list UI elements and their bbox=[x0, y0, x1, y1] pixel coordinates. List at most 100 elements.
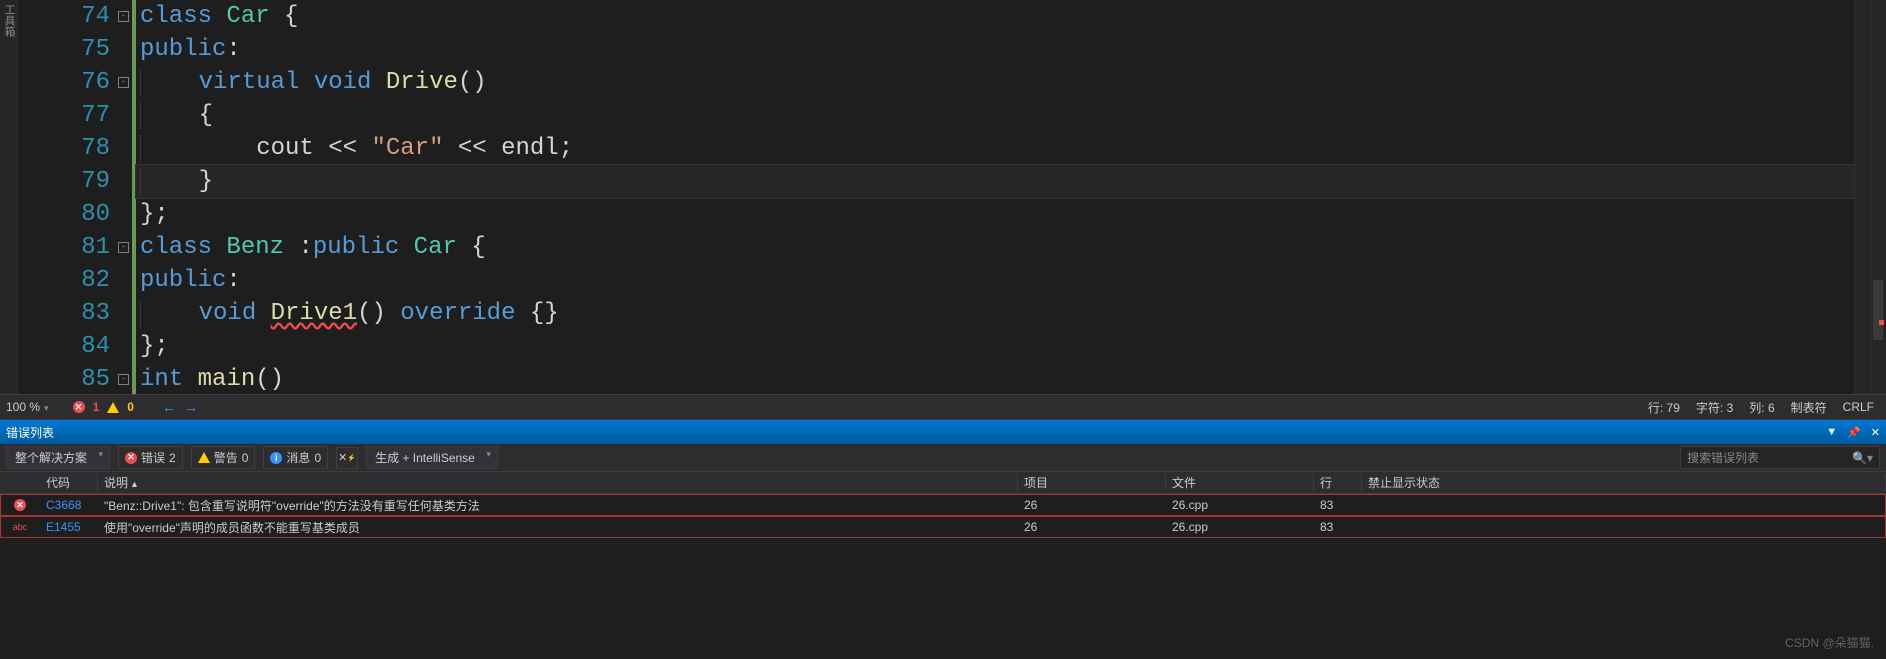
code-line[interactable]: public: bbox=[136, 33, 1854, 66]
clear-filter-button[interactable]: ✕⚡ bbox=[336, 447, 358, 469]
code-line[interactable]: }; bbox=[136, 198, 1854, 231]
col-file[interactable]: 文件 bbox=[1166, 474, 1314, 491]
error-description: "Benz::Drive1": 包含重写说明符"override"的方法没有重写… bbox=[98, 497, 1018, 514]
warnings-filter-count: 0 bbox=[242, 451, 249, 465]
error-list-toolbar: 整个解决方案 ✕ 错误 2 警告 0 i 消息 0 ✕⚡ 生成 + Intell… bbox=[0, 444, 1886, 472]
col-label: 列: bbox=[1749, 401, 1764, 415]
panel-close-icon[interactable]: ✕ bbox=[1871, 426, 1880, 439]
table-row[interactable]: ✕ C3668 "Benz::Drive1": 包含重写说明符"override… bbox=[0, 494, 1886, 516]
warning-icon bbox=[107, 402, 119, 413]
line-label: 行: bbox=[1648, 401, 1663, 415]
error-project: 26 bbox=[1018, 498, 1166, 512]
table-row[interactable]: abc E1455 使用"override"声明的成员函数不能重写基类成员 26… bbox=[0, 516, 1886, 538]
search-placeholder: 搜索错误列表 bbox=[1687, 449, 1759, 466]
code-line[interactable]: cout << "Car" << endl; bbox=[136, 132, 1854, 165]
intellisense-error-icon: abc bbox=[13, 522, 28, 532]
error-line: 83 bbox=[1314, 498, 1362, 512]
error-icon: ✕ bbox=[73, 401, 85, 413]
error-list-panel-header[interactable]: 错误列表 ▼ 📌 ✕ bbox=[0, 420, 1886, 444]
code-minimap[interactable] bbox=[1870, 0, 1886, 394]
code-line[interactable]: class Car { bbox=[136, 0, 1854, 33]
col-project[interactable]: 项目 bbox=[1018, 474, 1166, 491]
error-line: 83 bbox=[1314, 520, 1362, 534]
line-number: 80 bbox=[18, 198, 110, 231]
editor-status-bar: 100 % ✕ 1 0 ← → 行: 79 字符: 3 列: 6 制表符 CRLF bbox=[0, 394, 1886, 420]
error-code[interactable]: E1455 bbox=[40, 520, 98, 534]
minimap-error-marker bbox=[1879, 320, 1884, 325]
line-ending[interactable]: CRLF bbox=[1843, 400, 1874, 414]
nav-forward-icon[interactable]: → bbox=[184, 399, 198, 415]
line-number: 84 bbox=[18, 330, 110, 363]
line-number: 74 bbox=[18, 0, 110, 33]
zoom-dropdown[interactable]: 100 % bbox=[6, 400, 49, 414]
search-error-list-input[interactable]: 搜索错误列表 🔍▾ bbox=[1680, 446, 1880, 469]
sort-asc-icon: ▲ bbox=[130, 479, 139, 489]
source-dropdown[interactable]: 生成 + IntelliSense bbox=[366, 446, 498, 469]
scope-dropdown[interactable]: 整个解决方案 bbox=[6, 446, 110, 469]
error-code[interactable]: C3668 bbox=[40, 498, 98, 512]
code-line[interactable]: }; bbox=[136, 330, 1854, 363]
toolbox-tab[interactable]: 工具箱 bbox=[0, 0, 18, 394]
col-code[interactable]: 代码 bbox=[40, 474, 98, 491]
fold-toggle[interactable]: - bbox=[118, 374, 129, 385]
line-number: 81 bbox=[18, 231, 110, 264]
code-line[interactable]: virtual void Drive() bbox=[136, 66, 1854, 99]
nav-back-icon[interactable]: ← bbox=[162, 399, 176, 415]
line-number: 77 bbox=[18, 99, 110, 132]
fold-toggle[interactable]: - bbox=[118, 11, 129, 22]
error-list-table: 代码 说明▲ 项目 文件 行 禁止显示状态 ✕ C3668 "Benz::Dri… bbox=[0, 472, 1886, 538]
indent-mode[interactable]: 制表符 bbox=[1791, 399, 1827, 416]
error-icon: ✕ bbox=[14, 499, 26, 511]
code-editor[interactable]: 工具箱 74 75 76 77 78 79 80 81 82 83 84 85 … bbox=[0, 0, 1886, 394]
panel-dropdown-icon[interactable]: ▼ bbox=[1826, 426, 1837, 438]
error-icon: ✕ bbox=[125, 452, 137, 464]
errors-filter-button[interactable]: ✕ 错误 2 bbox=[118, 446, 183, 469]
col-suppress[interactable]: 禁止显示状态 bbox=[1362, 474, 1886, 491]
table-header-row: 代码 说明▲ 项目 文件 行 禁止显示状态 bbox=[0, 472, 1886, 494]
col-description[interactable]: 说明▲ bbox=[98, 474, 1018, 491]
code-line[interactable]: void Drive1() override {} bbox=[136, 297, 1854, 330]
panel-pin-icon[interactable]: 📌 bbox=[1847, 426, 1861, 439]
line-number: 79 bbox=[18, 165, 110, 198]
warnings-filter-label: 警告 bbox=[214, 449, 238, 466]
line-number: 75 bbox=[18, 33, 110, 66]
char-value: 3 bbox=[1727, 401, 1734, 415]
col-line[interactable]: 行 bbox=[1314, 474, 1362, 491]
col-value: 6 bbox=[1768, 401, 1775, 415]
error-description: 使用"override"声明的成员函数不能重写基类成员 bbox=[98, 519, 1018, 536]
line-number: 85 bbox=[18, 363, 110, 396]
char-label: 字符: bbox=[1696, 401, 1723, 415]
code-line[interactable]: { bbox=[136, 99, 1854, 132]
line-number: 76 bbox=[18, 66, 110, 99]
vertical-scrollbar[interactable] bbox=[1854, 0, 1870, 394]
error-count[interactable]: 1 bbox=[93, 400, 100, 414]
code-line[interactable]: int main() bbox=[136, 363, 1854, 396]
line-value: 79 bbox=[1667, 401, 1680, 415]
toolbox-label: 工具箱 bbox=[0, 0, 16, 37]
line-number: 82 bbox=[18, 264, 110, 297]
code-line[interactable]: public: bbox=[136, 264, 1854, 297]
messages-filter-count: 0 bbox=[314, 451, 321, 465]
warning-icon bbox=[198, 452, 210, 463]
error-project: 26 bbox=[1018, 520, 1166, 534]
info-icon: i bbox=[270, 452, 282, 464]
messages-filter-button[interactable]: i 消息 0 bbox=[263, 446, 328, 469]
minimap-viewport[interactable] bbox=[1873, 280, 1883, 340]
line-number-gutter: 74 75 76 77 78 79 80 81 82 83 84 85 bbox=[18, 0, 118, 394]
error-file: 26.cpp bbox=[1166, 520, 1314, 534]
error-file: 26.cpp bbox=[1166, 498, 1314, 512]
watermark: CSDN @朵猫猫. bbox=[1785, 634, 1874, 651]
line-number: 83 bbox=[18, 297, 110, 330]
fold-toggle[interactable]: - bbox=[118, 242, 129, 253]
warnings-filter-button[interactable]: 警告 0 bbox=[191, 446, 256, 469]
code-line-current[interactable]: } bbox=[136, 165, 1854, 198]
fold-column: - - - - bbox=[118, 0, 132, 394]
errors-filter-label: 错误 bbox=[141, 449, 165, 466]
code-line[interactable]: class Benz :public Car { bbox=[136, 231, 1854, 264]
fold-toggle[interactable]: - bbox=[118, 77, 129, 88]
warning-count[interactable]: 0 bbox=[127, 400, 134, 414]
line-number: 78 bbox=[18, 132, 110, 165]
messages-filter-label: 消息 bbox=[286, 449, 310, 466]
errors-filter-count: 2 bbox=[169, 451, 176, 465]
code-area[interactable]: class Car { public: virtual void Drive()… bbox=[136, 0, 1854, 394]
